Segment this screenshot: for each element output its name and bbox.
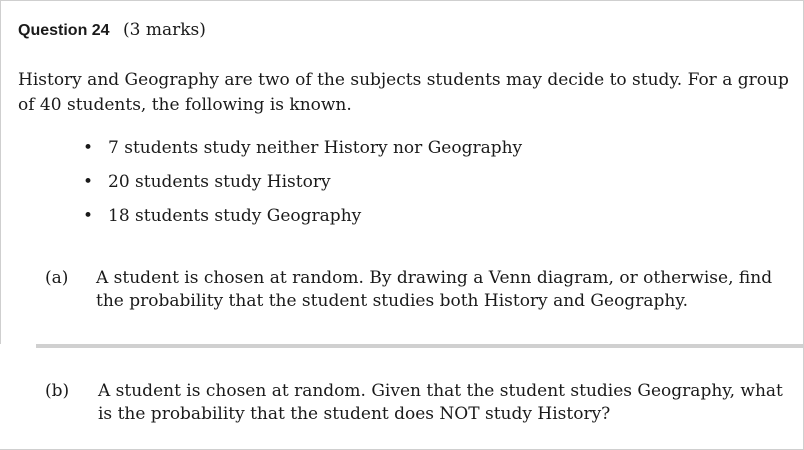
fact-text: 18 students study Geography — [108, 206, 362, 226]
list-item: • 7 students study neither History nor G… — [0, 137, 804, 171]
section-divider — [36, 344, 804, 348]
part-a-label: (a) — [45, 268, 69, 288]
part-a-text: A student is chosen at random. By drawin… — [96, 268, 773, 311]
question-header: Question 24 (3 marks) — [18, 19, 206, 42]
list-item: • 18 students study Geography — [0, 205, 804, 239]
bullet-icon: • — [83, 138, 94, 158]
question-number: Question 24 — [18, 22, 110, 39]
question-marks: (3 marks) — [122, 20, 206, 40]
part-b-label: (b) — [45, 381, 70, 401]
bullet-icon: • — [83, 206, 94, 226]
fact-text: 20 students study History — [108, 172, 331, 192]
divider-gap — [0, 344, 1, 449]
list-item: • 20 students study History — [0, 171, 804, 205]
part-b-text: A student is chosen at random. Given tha… — [98, 381, 783, 424]
bullet-icon: • — [83, 172, 94, 192]
fact-list: • 7 students study neither History nor G… — [0, 137, 804, 239]
question-intro: History and Geography are two of the sub… — [18, 70, 789, 115]
fact-text: 7 students study neither History nor Geo… — [108, 138, 523, 158]
